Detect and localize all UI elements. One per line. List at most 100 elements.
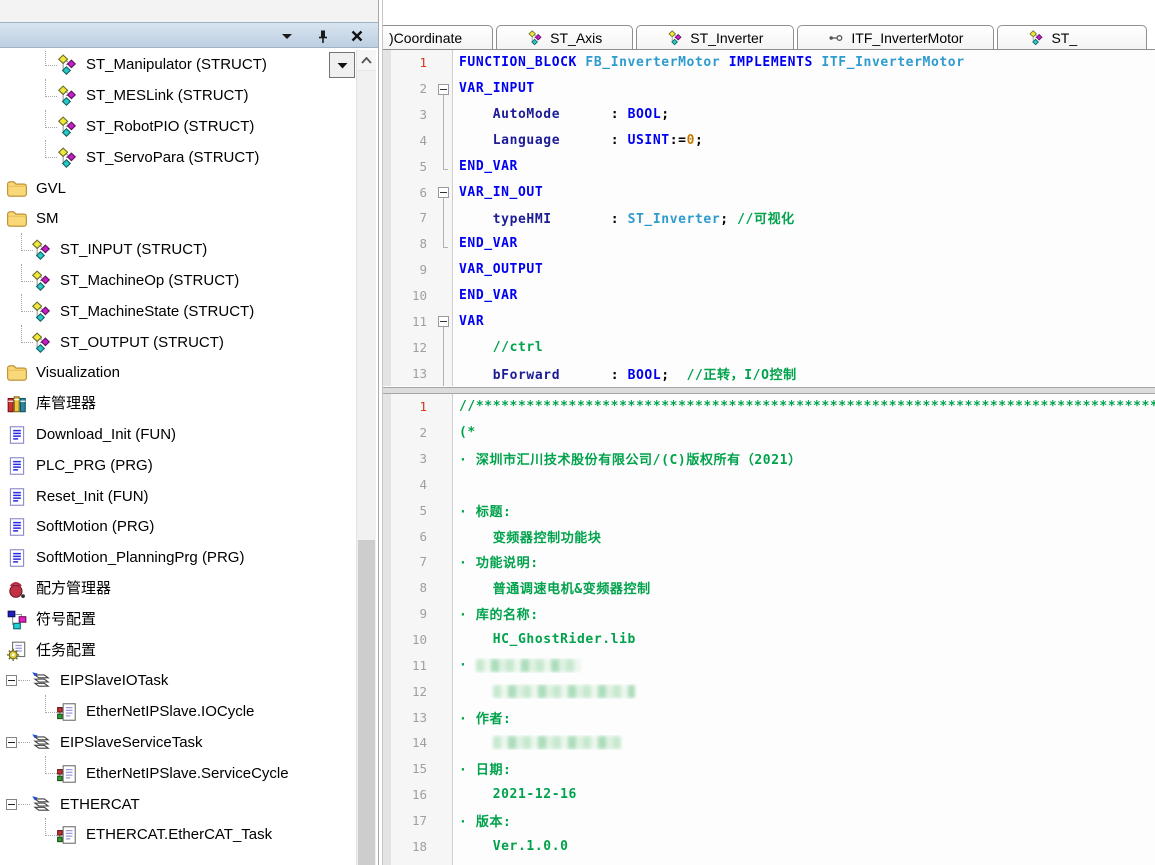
device-tree: ST_Manipulator (STRUCT) ST_MESLink (STRUC… [0, 50, 356, 865]
tree-item[interactable]: GVL [0, 173, 356, 204]
tree-item[interactable]: ST_Manipulator (STRUCT) [0, 50, 356, 81]
fold-gutter [435, 833, 453, 859]
pou-icon [6, 424, 28, 446]
editor-tabbar: )CoordinateST_AxisST_InverterITF_Inverte… [383, 24, 1155, 50]
fold-gutter [435, 446, 453, 472]
tab-st-axis[interactable]: ST_Axis [496, 25, 633, 50]
code-line: 14 [383, 730, 1155, 756]
tree-item[interactable]: PLC_PRG (PRG) [0, 450, 356, 481]
scrollbar-up-arrow-icon[interactable] [357, 50, 376, 71]
code-line: 2VAR_INPUT [383, 76, 1155, 102]
code-line: 6 变频器控制功能块 [383, 523, 1155, 549]
tree-item[interactable]: SoftMotion_PlanningPrg (PRG) [0, 543, 356, 574]
panel-menu-dropdown-icon[interactable] [278, 27, 296, 45]
code-token: ITF_InverterMotor [821, 55, 964, 70]
line-number: 12 [391, 334, 435, 360]
line-number: 3 [391, 102, 435, 128]
collapse-toggle-icon[interactable] [6, 675, 17, 686]
code-editor: )CoordinateST_AxisST_InverterITF_Inverte… [383, 0, 1155, 865]
tree-item-label: ST_OUTPUT (STRUCT) [60, 332, 224, 354]
code-line: 13· 作者: [383, 704, 1155, 730]
code-text: END_VAR [453, 288, 1155, 303]
gutter-margin [383, 128, 391, 154]
fold-toggle-icon[interactable] [438, 316, 449, 327]
gutter-margin [383, 497, 391, 523]
tab-st[interactable]: ST_ [997, 25, 1147, 50]
code-text: (* [453, 425, 1155, 440]
tab-st-inverter[interactable]: ST_Inverter [636, 25, 794, 50]
implementation-pane[interactable]: 1//*************************************… [383, 394, 1155, 865]
tree-item[interactable]: ST_ServoPara (STRUCT) [0, 142, 356, 173]
tree-item[interactable]: EtherNetIPSlave.IOCycle [0, 697, 356, 728]
tree-item[interactable]: 符号配置 [0, 604, 356, 635]
tree-item[interactable]: SoftMotion (PRG) [0, 512, 356, 543]
code-line: 5END_VAR [383, 153, 1155, 179]
tree-item[interactable]: 配方管理器 [0, 574, 356, 605]
tree-item[interactable]: EIPSlaveIOTask [0, 666, 356, 697]
fold-gutter [435, 549, 453, 575]
fold-toggle-icon[interactable] [438, 187, 449, 198]
tree-item[interactable]: ST_MachineOp (STRUCT) [0, 266, 356, 297]
folder-icon [6, 208, 28, 230]
gutter-margin [383, 859, 391, 865]
close-icon[interactable] [348, 27, 366, 45]
gutter-margin [383, 601, 391, 627]
redacted-text [493, 736, 621, 749]
gutter-margin [383, 394, 391, 420]
struct-icon [56, 54, 78, 76]
pou-icon [6, 486, 28, 508]
code-line: 4 [383, 472, 1155, 498]
code-text [453, 735, 1155, 750]
code-text: 普通调速电机&变频器控制 [453, 578, 1155, 597]
tree-item[interactable]: Reset_Init (FUN) [0, 481, 356, 512]
tree-item[interactable]: ETHERCAT.EtherCAT_Task [0, 820, 356, 851]
code-token [459, 133, 493, 148]
code-text: AutoMode : BOOL; [453, 107, 1155, 122]
collapse-toggle-icon[interactable] [6, 737, 17, 748]
tree-item[interactable]: ST_INPUT (STRUCT) [0, 235, 356, 266]
tree-item[interactable]: ETHERCAT [0, 789, 356, 820]
tabbar-baseline [383, 49, 1155, 50]
code-token: //**************************************… [459, 399, 1155, 414]
gutter-margin [383, 833, 391, 859]
tree-item[interactable]: ST_RobotPIO (STRUCT) [0, 112, 356, 143]
tree-item[interactable]: ST_MESLink (STRUCT) [0, 81, 356, 112]
code-token: typeHMI [493, 212, 552, 227]
tree-item[interactable]: SM [0, 204, 356, 235]
code-line: 9VAR_OUTPUT [383, 257, 1155, 283]
tab-itf-invertermotor[interactable]: ITF_InverterMotor [797, 25, 994, 50]
line-number: 7 [391, 549, 435, 575]
code-token: 0 [687, 133, 695, 148]
tree-item[interactable]: EtherNetIPSlave.ServiceCycle [0, 758, 356, 789]
tree-item-label: ST_MESLink (STRUCT) [86, 85, 249, 107]
gutter-margin [383, 808, 391, 834]
tree-item[interactable]: ST_OUTPUT (STRUCT) [0, 327, 356, 358]
redacted-text [476, 659, 581, 672]
line-number: 3 [391, 446, 435, 472]
gutter-margin [383, 704, 391, 730]
pou-icon [6, 455, 28, 477]
tree-item[interactable]: Visualization [0, 358, 356, 389]
tab-coordinate[interactable]: )Coordinate [383, 25, 493, 50]
collapse-toggle-icon[interactable] [6, 799, 17, 810]
tree-scrollbar-thumb[interactable] [358, 540, 375, 865]
tree-item[interactable]: 库管理器 [0, 389, 356, 420]
declaration-pane[interactable]: 1FUNCTION_BLOCK FB_InverterMotor IMPLEME… [383, 50, 1155, 388]
pane-splitter[interactable] [383, 387, 1155, 394]
fold-toggle-icon[interactable] [438, 84, 449, 95]
fold-gutter [435, 102, 453, 128]
code-token: //正转，I/O控制 [687, 368, 797, 383]
code-text: · [453, 658, 1155, 673]
tree-item[interactable]: EIPSlaveServiceTask [0, 728, 356, 759]
fold-gutter [435, 179, 453, 205]
code-text: HC_GhostRider.lib [453, 632, 1155, 647]
tree-item[interactable]: 任务配置 [0, 635, 356, 666]
gutter-margin [383, 76, 391, 102]
tree-item[interactable]: ST_MachineState (STRUCT) [0, 296, 356, 327]
tree-item-dropdown-button[interactable] [329, 52, 355, 78]
pin-icon[interactable] [314, 27, 332, 45]
line-number: 14 [391, 730, 435, 756]
tree-item[interactable]: Download_Init (FUN) [0, 420, 356, 451]
code-line: 3 AutoMode : BOOL; [383, 102, 1155, 128]
code-token: END_VAR [459, 236, 518, 251]
